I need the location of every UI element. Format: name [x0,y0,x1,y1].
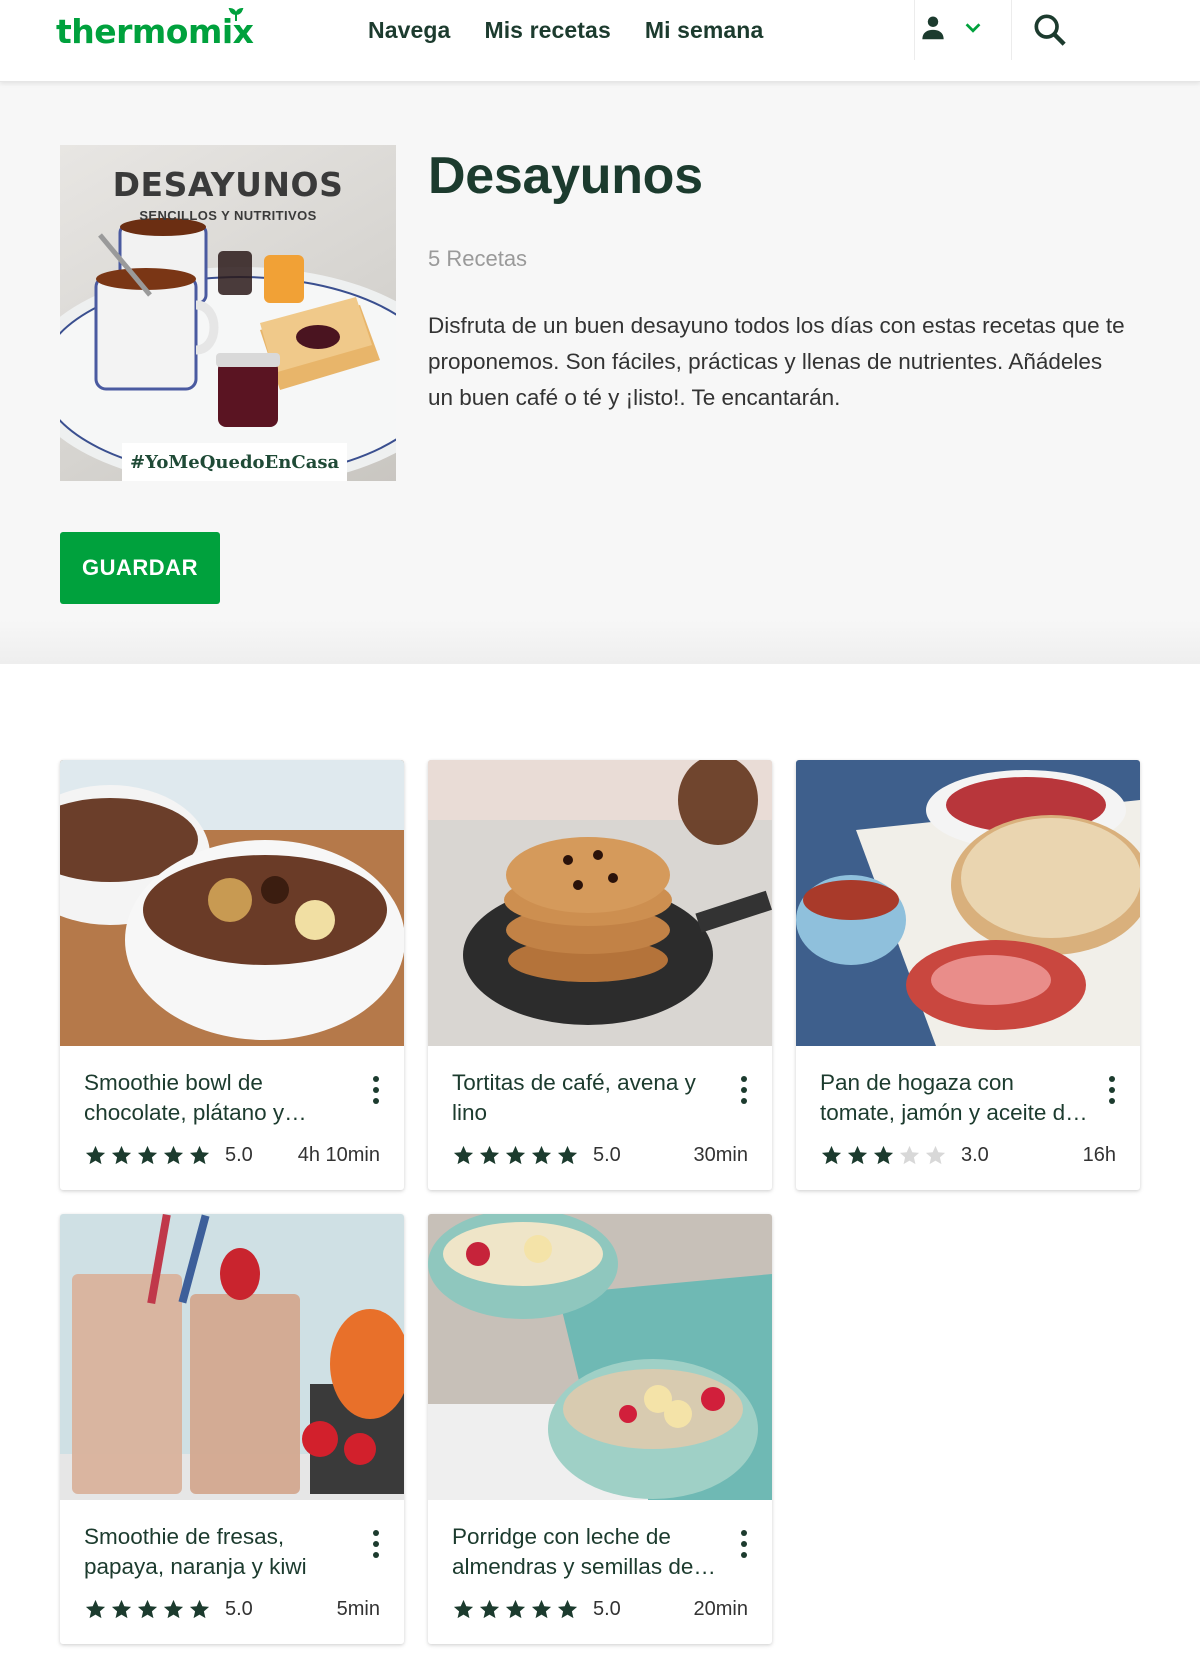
rating-stars [452,1598,579,1621]
recipe-meta: 5.0 20min [452,1594,748,1624]
recipe-image [60,760,404,1046]
rating-stars [84,1144,211,1167]
recipe-meta: 3.0 16h [820,1140,1116,1170]
nav-mis-recetas[interactable]: Mis recetas [484,17,610,44]
thermomix-logo[interactable]: thermomix [56,8,254,54]
more-options-icon[interactable] [362,1526,390,1562]
rating-value: 5.0 [225,1143,253,1166]
star-empty-icon [899,1145,920,1164]
recipe-title[interactable]: Smoothie bowl de chocolate, plátano y ca… [84,1068,354,1128]
hero-divider [0,620,1200,664]
recipe-title[interactable]: Pan de hogaza con tomate, jamón y aceite… [820,1068,1090,1128]
star-filled-icon [479,1145,500,1164]
star-filled-icon [873,1145,894,1164]
star-filled-icon [189,1145,210,1164]
recipe-card[interactable]: Porridge con leche de almendras y semill… [428,1214,772,1644]
user-menu-button[interactable] [914,6,994,50]
cook-time: 30min [693,1143,748,1166]
recipe-meta: 5.0 4h 10min [84,1140,380,1170]
cover-hashtag: #YoMeQuedoEnCasa [122,443,348,481]
rating-stars [452,1144,579,1167]
save-button[interactable]: GUARDAR [60,532,220,604]
recipe-card[interactable]: Smoothie de fresas, papaya, naranja y ki… [60,1214,404,1644]
cook-time: 4h 10min [297,1143,380,1166]
recipe-title[interactable]: Tortitas de café, avena y lino [452,1068,722,1128]
star-filled-icon [821,1145,842,1164]
nav-mi-semana[interactable]: Mi semana [645,17,764,44]
star-filled-icon [111,1145,132,1164]
recipe-grid: Smoothie bowl de chocolate, plátano y ca… [60,760,1140,1644]
recipe-image [60,1214,404,1500]
recipe-title[interactable]: Porridge con leche de almendras y semill… [452,1522,722,1582]
cover-title: DESAYUNOS [112,165,344,204]
rating-value: 5.0 [225,1597,253,1620]
cover-subtitle: SENCILLOS Y NUTRITIVOS [139,208,317,223]
top-header: thermomix Navega Mis recetas Mi semana [0,0,1200,82]
star-empty-icon [925,1145,946,1164]
star-filled-icon [163,1599,184,1618]
star-filled-icon [453,1145,474,1164]
more-options-icon[interactable] [362,1072,390,1108]
recipe-card[interactable]: Tortitas de café, avena y lino 5.0 30min [428,760,772,1190]
more-options-icon[interactable] [730,1526,758,1562]
main-nav: Navega Mis recetas Mi semana [368,0,763,60]
rating-value: 5.0 [593,1597,621,1620]
cook-time: 16h [1082,1143,1116,1166]
rating-value: 3.0 [961,1143,989,1166]
star-filled-icon [557,1599,578,1618]
recipe-image [428,1214,772,1500]
user-icon [922,16,944,40]
collection-title: Desayunos [428,147,703,205]
star-filled-icon [137,1599,158,1618]
search-icon [1034,14,1066,46]
star-filled-icon [847,1145,868,1164]
more-options-icon[interactable] [730,1072,758,1108]
recipe-title[interactable]: Smoothie de fresas, papaya, naranja y ki… [84,1522,354,1582]
star-filled-icon [557,1145,578,1164]
rating-stars [84,1598,211,1621]
star-filled-icon [189,1599,210,1618]
rating-stars [820,1144,947,1167]
star-filled-icon [531,1145,552,1164]
rating-value: 5.0 [593,1143,621,1166]
cook-time: 5min [336,1597,380,1620]
star-filled-icon [531,1599,552,1618]
chevron-down-icon [965,23,981,33]
star-filled-icon [163,1145,184,1164]
more-options-icon[interactable] [1098,1072,1126,1108]
collection-cover-image: DESAYUNOS SENCILLOS Y NUTRITIVOS #YoMeQu… [60,145,396,481]
star-filled-icon [85,1599,106,1618]
star-filled-icon [111,1599,132,1618]
cook-time: 20min [693,1597,748,1620]
recipe-count: 5 Recetas [428,246,528,271]
star-filled-icon [85,1145,106,1164]
header-divider [1011,0,1012,60]
search-button[interactable] [1030,10,1070,50]
recipe-image [428,760,772,1046]
leaf-icon [228,8,244,21]
star-filled-icon [479,1599,500,1618]
recipe-image [796,760,1140,1046]
nav-navega[interactable]: Navega [368,17,450,44]
star-filled-icon [137,1145,158,1164]
recipe-card[interactable]: Smoothie bowl de chocolate, plátano y ca… [60,760,404,1190]
star-filled-icon [505,1145,526,1164]
recipe-meta: 5.0 5min [84,1594,380,1624]
collection-description: Disfruta de un buen desayuno todos los d… [428,313,1125,410]
star-filled-icon [505,1599,526,1618]
recipe-meta: 5.0 30min [452,1140,748,1170]
recipe-card[interactable]: Pan de hogaza con tomate, jamón y aceite… [796,760,1140,1190]
star-filled-icon [453,1599,474,1618]
